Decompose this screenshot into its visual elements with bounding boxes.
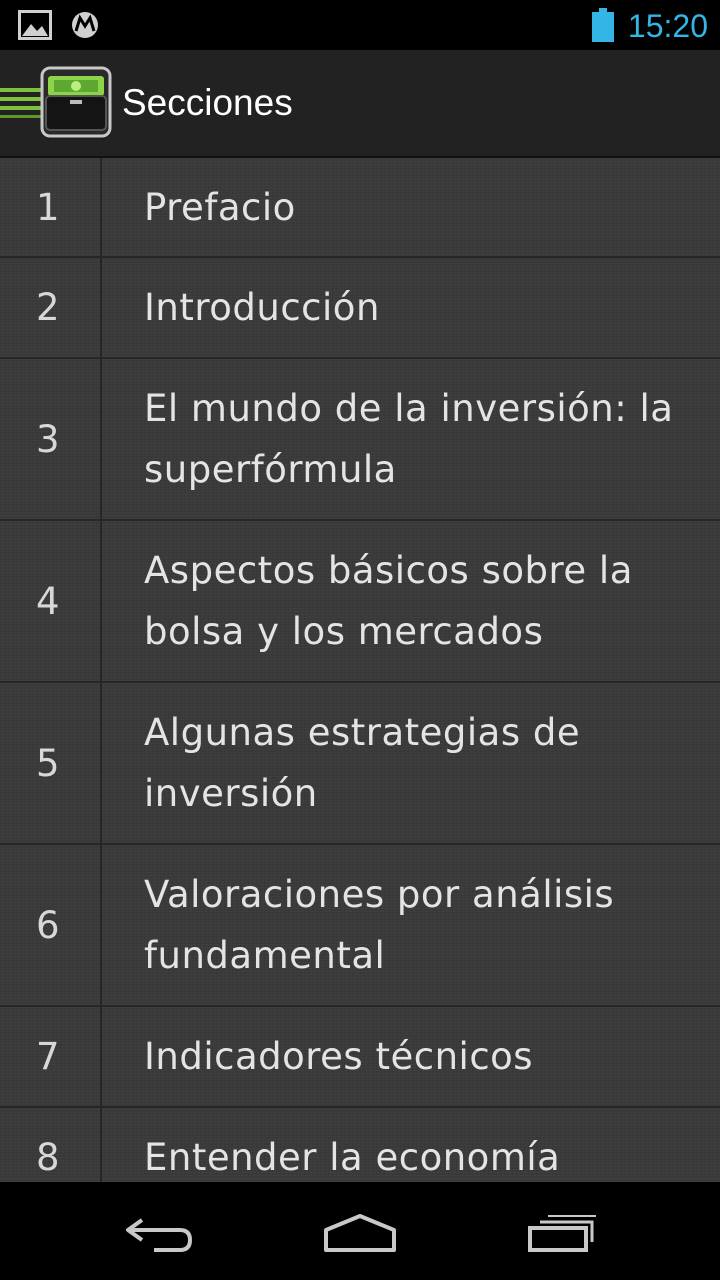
- list-item[interactable]: 1 Prefacio: [0, 158, 720, 258]
- list-item[interactable]: 6 Valoraciones por análisis fundamental: [0, 845, 720, 1007]
- section-number: 6: [0, 845, 102, 1005]
- wallet-app-icon[interactable]: [40, 66, 112, 138]
- list-item[interactable]: 2 Introducción: [0, 258, 720, 359]
- list-item[interactable]: 4 Aspectos básicos sobre la bolsa y los …: [0, 521, 720, 683]
- navigation-bar: [0, 1182, 720, 1280]
- section-number: 2: [0, 258, 102, 357]
- section-title: Introducción: [144, 286, 380, 329]
- section-number: 7: [0, 1007, 102, 1106]
- section-title: Prefacio: [144, 185, 296, 229]
- section-number: 3: [0, 359, 102, 519]
- status-bar: 15:20: [0, 0, 720, 50]
- action-bar: Secciones: [0, 50, 720, 158]
- drawer-indicator-icon[interactable]: [0, 88, 44, 118]
- section-title: Valoraciones por análisis fundamental: [144, 873, 615, 977]
- section-title: Algunas estrategias de inversión: [144, 711, 581, 815]
- section-number: 4: [0, 521, 102, 681]
- clock: 15:20: [627, 8, 708, 44]
- page-title: Secciones: [122, 82, 293, 123]
- home-icon[interactable]: [322, 1212, 398, 1254]
- recent-apps-icon[interactable]: [526, 1212, 598, 1254]
- back-icon[interactable]: [124, 1214, 196, 1254]
- section-number: 8: [0, 1108, 102, 1182]
- section-title: El mundo de la inversión: la superfórmul…: [144, 387, 674, 491]
- motorola-icon: [72, 12, 98, 38]
- list-item[interactable]: 8 Entender la economía: [0, 1108, 720, 1182]
- section-title: Indicadores técnicos: [144, 1035, 534, 1078]
- list-item[interactable]: 3 El mundo de la inversión: la superfórm…: [0, 359, 720, 521]
- section-number: 1: [0, 158, 102, 256]
- battery-icon: [592, 8, 614, 42]
- section-title: Entender la economía: [144, 1136, 561, 1179]
- image-notification-icon: [18, 10, 52, 40]
- section-title: Aspectos básicos sobre la bolsa y los me…: [144, 549, 633, 653]
- list-item[interactable]: 5 Algunas estrategias de inversión: [0, 683, 720, 845]
- section-number: 5: [0, 683, 102, 843]
- list-item[interactable]: 7 Indicadores técnicos: [0, 1007, 720, 1108]
- sections-list: 1 Prefacio 2 Introducción 3 El mundo de …: [0, 158, 720, 1182]
